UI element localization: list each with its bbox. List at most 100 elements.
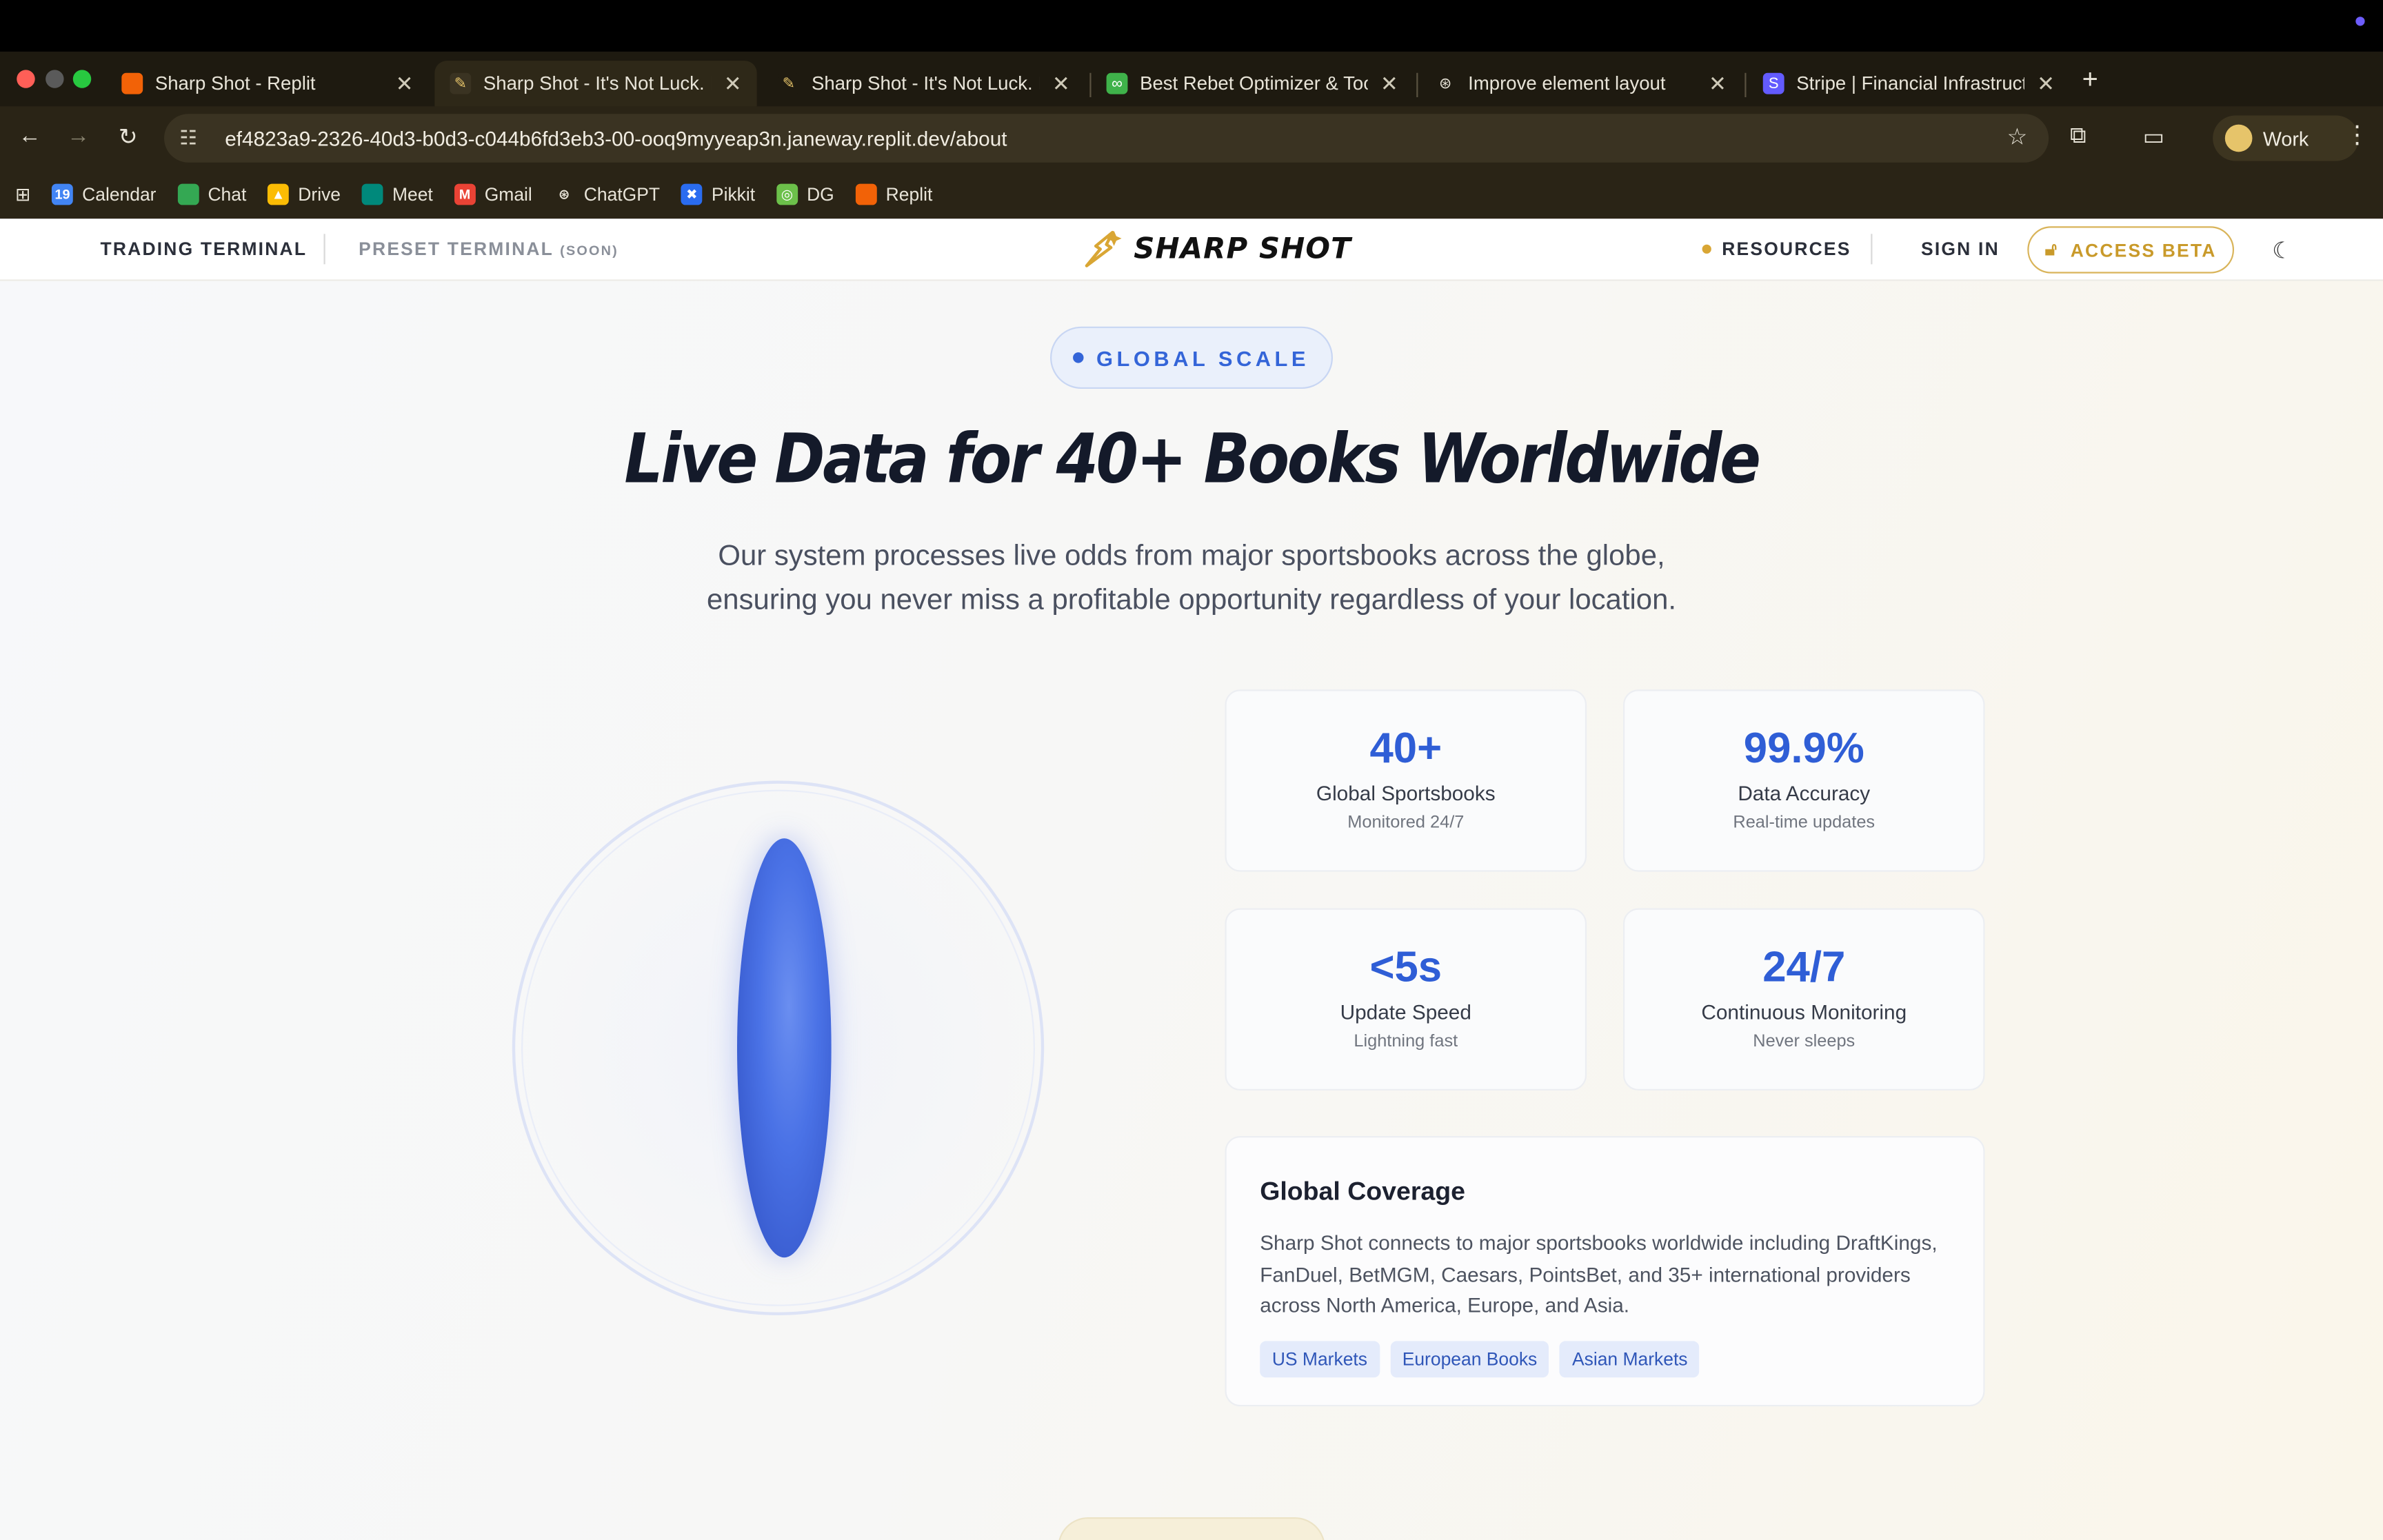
bookmark-chat[interactable]: Chat (177, 183, 246, 205)
bookmark-drive[interactable]: ▲ Drive (268, 183, 341, 205)
tab-divider (1744, 72, 1747, 98)
resources-dot-icon (1702, 244, 1711, 254)
tab-improve-layout[interactable]: ⊛ Improve element layout ✕ (1420, 61, 1742, 106)
next-section-badge (1058, 1517, 1325, 1540)
close-tab-icon[interactable]: ✕ (396, 70, 414, 96)
stat-label: Data Accuracy (1738, 782, 1871, 805)
bookmark-meet[interactable]: Meet (361, 183, 433, 205)
coverage-heading: Global Coverage (1260, 1177, 1465, 1206)
address-bar[interactable]: ☷ ef4823a9-2326-40d3-b0d3-c044b6fd3eb3-0… (164, 114, 2049, 163)
apps-grid-icon[interactable]: ⊞ (15, 184, 30, 205)
close-window-icon[interactable] (17, 70, 35, 88)
sign-in-link[interactable]: SIGN IN (1921, 239, 2000, 260)
stat-sublabel: Monitored 24/7 (1347, 813, 1465, 833)
page-content: TRADING TERMINAL PRESET TERMINAL (SOON) … (0, 219, 2383, 1540)
tab-sharp-shot-active[interactable]: ✎ Sharp Shot - It's Not Luck. It' ✕ (434, 61, 757, 107)
bookmarks-bar: ⊞ 19 Calendar Chat ▲ Drive Meet M Gmail ⊛ Ch… (0, 173, 2383, 216)
tag-european-books: European Books (1390, 1341, 1549, 1378)
profile-button[interactable]: Work (2213, 115, 2359, 161)
calendar-icon: 19 (52, 183, 73, 205)
globe-shape (736, 838, 832, 1258)
tab-strip: Sharp Shot - Replit ✕ ✎ Sharp Shot - It'… (0, 51, 2383, 107)
site-settings-icon[interactable]: ☷ (179, 126, 207, 150)
tag-us-markets: US Markets (1260, 1341, 1380, 1378)
sharp-shot-logo-icon (1085, 230, 1122, 267)
logo-wordmark: SHARP SHOT (1134, 232, 1351, 266)
chat-icon (177, 183, 199, 205)
os-menu-bar (0, 0, 2383, 52)
bookmark-star-icon[interactable]: ☆ (2007, 123, 2028, 150)
status-indicator-icon (2355, 17, 2365, 26)
new-tab-icon[interactable]: + (2082, 64, 2098, 96)
close-tab-icon[interactable]: ✕ (1380, 70, 1398, 96)
browser-chrome: Sharp Shot - Replit ✕ ✎ Sharp Shot - It'… (0, 51, 2383, 219)
global-coverage-card: Global Coverage Sharp Shot connects to m… (1225, 1135, 1985, 1407)
bookmark-chatgpt[interactable]: ⊛ ChatGPT (554, 184, 660, 205)
coverage-text: Sharp Shot connects to major sportsbooks… (1260, 1231, 1938, 1317)
badge-dot-icon (1073, 352, 1085, 363)
lock-icon: 🔓︎ (2044, 238, 2059, 260)
replit-icon (121, 72, 143, 94)
nav-resources[interactable]: RESOURCES (1722, 239, 1851, 260)
tab-stripe[interactable]: S Stripe | Financial Infrastructur ✕ (1748, 61, 2070, 106)
stat-card-accuracy: 99.9% Data Accuracy Real-time updates (1622, 689, 1985, 872)
url-text[interactable]: ef4823a9-2326-40d3-b0d3-c044b6fd3eb3-00-… (225, 127, 1007, 150)
menu-kebab-icon[interactable]: ⋮ (2345, 120, 2369, 150)
section-badge: GLOBAL SCALE (1050, 326, 1333, 389)
page-title: Live Data for 40+ Books Worldwide (624, 421, 1760, 500)
dark-mode-toggle-icon[interactable]: ☾ (2272, 237, 2293, 264)
screen: Sharp Shot - Replit ✕ ✎ Sharp Shot - It'… (0, 0, 2383, 1540)
sharp-shot-icon: ✎ (450, 72, 472, 94)
tag-asian-markets: Asian Markets (1560, 1341, 1700, 1378)
minimize-window-icon[interactable] (46, 70, 64, 88)
bookmark-dg[interactable]: ◎ DG (776, 183, 834, 205)
bookmark-calendar[interactable]: 19 Calendar (52, 183, 157, 205)
stat-card-monitoring: 24/7 Continuous Monitoring Never sleeps (1622, 908, 1985, 1091)
access-beta-button[interactable]: 🔓︎ ACCESS BETA (2027, 226, 2235, 274)
nav-preset-terminal[interactable]: PRESET TERMINAL (SOON) (359, 239, 619, 260)
stat-sublabel: Real-time updates (1733, 813, 1876, 833)
stat-value: 40+ (1369, 724, 1442, 772)
stat-label: Update Speed (1340, 1000, 1471, 1024)
close-tab-icon[interactable]: ✕ (1709, 70, 1727, 96)
close-tab-icon[interactable]: ✕ (724, 70, 742, 96)
cast-search-icon[interactable]: ▭ (2143, 123, 2164, 150)
tab-rebet-optimizer[interactable]: ∞ Best Rebet Optimizer & Tools ✕ (1092, 61, 1414, 106)
close-tab-icon[interactable]: ✕ (1052, 70, 1070, 96)
pikkit-icon: ✖ (681, 183, 703, 205)
stat-value: <5s (1369, 943, 1442, 991)
stat-label: Global Sportsbooks (1316, 782, 1496, 805)
nav-divider (323, 234, 325, 265)
tab-divider (1416, 72, 1418, 98)
hero-subtitle: Our system processes live odds from majo… (707, 540, 1677, 617)
bookmark-gmail[interactable]: M Gmail (454, 183, 532, 205)
stat-label: Continuous Monitoring (1701, 1000, 1907, 1024)
stat-card-sportsbooks: 40+ Global Sportsbooks Monitored 24/7 (1225, 689, 1587, 872)
close-tab-icon[interactable]: ✕ (2037, 70, 2055, 96)
forward-icon[interactable]: → (67, 123, 90, 148)
site-header: TRADING TERMINAL PRESET TERMINAL (SOON) … (0, 219, 2383, 281)
bookmark-replit[interactable]: Replit (855, 183, 932, 205)
nav-divider (1871, 234, 1873, 265)
sharp-shot-icon: ✎ (778, 72, 800, 94)
tab-sharp-shot-replit[interactable]: Sharp Shot - Replit ✕ (106, 61, 428, 106)
extensions-icon[interactable]: ⧉ (2070, 123, 2087, 148)
stat-value: 24/7 (1762, 943, 1846, 991)
reload-icon[interactable]: ↻ (119, 123, 138, 150)
gmail-icon: M (454, 183, 476, 205)
stat-card-update-speed: <5s Update Speed Lightning fast (1225, 908, 1587, 1091)
stripe-icon: S (1762, 72, 1784, 94)
browser-toolbar: ← → ↻ ☷ ef4823a9-2326-40d3-b0d3-c044b6fd… (0, 106, 2383, 170)
tab-sharp-shot-2[interactable]: ✎ Sharp Shot - It's Not Luck. It' ✕ (763, 61, 1085, 106)
nav-trading-terminal[interactable]: TRADING TERMINAL (100, 239, 307, 260)
site-logo[interactable]: SHARP SHOT (1082, 227, 1351, 270)
avatar (2224, 124, 2253, 152)
bookmark-pikkit[interactable]: ✖ Pikkit (681, 183, 755, 205)
chatgpt-icon: ⊛ (558, 185, 570, 201)
stat-sublabel: Lightning fast (1354, 1033, 1458, 1051)
replit-icon (855, 183, 877, 205)
back-icon[interactable]: ← (18, 123, 41, 148)
chatgpt-icon: ⊛ (1438, 75, 1452, 92)
maximize-window-icon[interactable] (72, 70, 92, 88)
dg-icon: ◎ (776, 183, 798, 205)
